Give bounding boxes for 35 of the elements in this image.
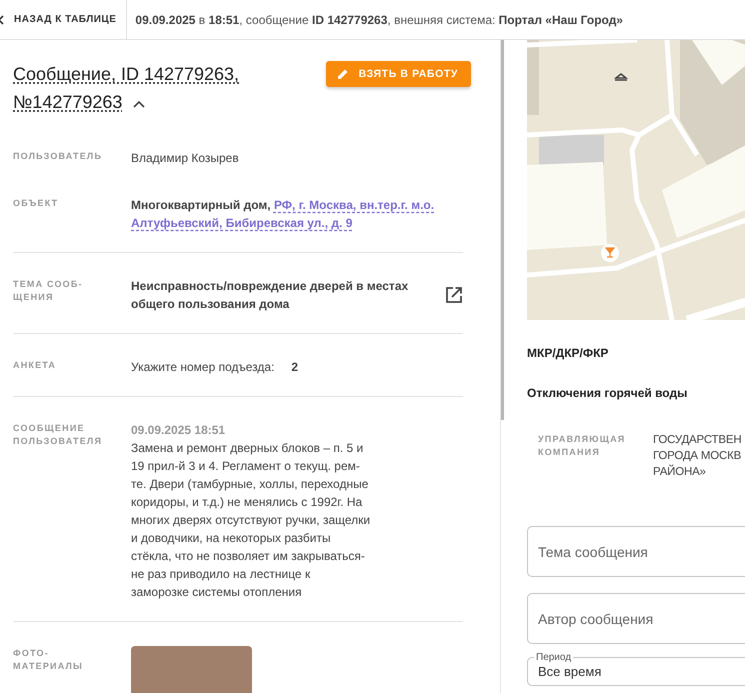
answer-value: 2: [291, 359, 298, 376]
field-value: Владимир Козырев: [131, 151, 239, 165]
scrollbar-thumb[interactable]: [501, 40, 504, 420]
message-summary: 09.09.2025 в 18:51, сообщение ID 142779263, внешняя система: Портал «Наш Город»: [135, 12, 623, 26]
field-label: УПРАВЛЯЮЩАЯ КОМПАНИЯ: [538, 433, 626, 459]
address-link[interactable]: Алтуфьевский, Бибиревская ул., д. 9: [131, 216, 352, 230]
message-text: Замена и ремонт дверных блоков – п. 5 и 19 прил-й 3 и 4. Регламент о текущ. рем-те. Двери (тамбурные, холлы, переходные коридоры, и т.д.) не менялись с 1992г. На многих дверях отсутствуют ручки, защелки и доводчики, на некоторых разбиты стёкла, что не позволяет им закрываться- не раз приводило на лестнице к заморозке системы отопления: [131, 440, 371, 601]
external-link-icon[interactable]: [445, 286, 463, 304]
company-name: РАЙОНА»: [653, 464, 706, 480]
back-button[interactable]: НАЗАД К ТАБЛИЦЕ: [0, 0, 126, 39]
topic-value: Неисправность/повреждение дверей в местах общего пользования дома: [131, 278, 410, 313]
field-label: СООБЩЕНИЕ ПОЛЬЗОВАТЕЛЯ: [13, 422, 103, 448]
company-name: ГОРОДА МОСКВ: [653, 449, 742, 464]
question-text: Укажите номер подъезда:: [131, 359, 274, 376]
pencil-icon: [336, 68, 349, 80]
company-name: ГОСУДАРСТВЕН: [653, 433, 742, 448]
field-label: ОБЪЕКТ: [13, 197, 60, 210]
message-number: №142779263: [13, 92, 122, 112]
period-select[interactable]: Период Все время: [527, 652, 745, 686]
map-drawing[interactable]: [527, 40, 745, 320]
filter-field[interactable]: Автор сообщения: [527, 593, 745, 644]
take-to-work-button[interactable]: ВЗЯТЬ В РАБОТУ: [326, 61, 471, 87]
filter-field[interactable]: Тема сообщения: [527, 526, 745, 577]
photo-placeholder[interactable]: [131, 646, 252, 693]
field-label: ФОТО-МАТЕРИАЛЫ: [13, 647, 84, 673]
message-title: Сообщение, ID 142779263,: [13, 64, 240, 84]
field-label: АНКЕТА: [13, 359, 58, 372]
object-type: Многоквартирный дом,: [131, 198, 271, 212]
chevron-up-icon[interactable]: [133, 100, 146, 108]
category-text: МКР/ДКР/ФКР: [527, 346, 610, 360]
message-date: 09.09.2025 18:51: [131, 422, 226, 439]
address-link[interactable]: РФ, г. Москва, вн.тер.г. м.о.: [274, 198, 434, 212]
category-text: Отключения горячей воды: [527, 386, 688, 400]
field-label: ПОЛЬЗОВАТЕЛЬ: [13, 150, 103, 163]
field-label: ТЕМА СООБ-ЩЕНИЯ: [13, 278, 84, 304]
